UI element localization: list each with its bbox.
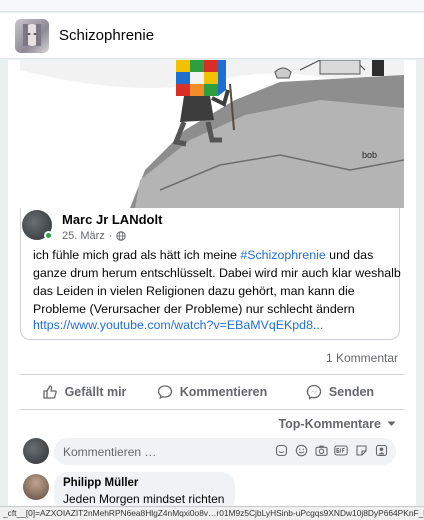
author-name[interactable]: Marc Jr LANdolt xyxy=(62,212,162,227)
comment-text: Jeden Morgen mindset richten xyxy=(63,492,225,506)
messenger-icon xyxy=(306,384,322,400)
commenter-name[interactable]: Philipp Müller xyxy=(63,477,226,489)
browser-status-url: _cft__[0]=AZXOIAZIT2nMehRPN6ea8HlgZ4nMqx… xyxy=(0,506,424,520)
gif-icon[interactable] xyxy=(334,443,348,457)
globe-icon xyxy=(116,231,127,241)
post-card: bob Marc Jr LANdolt 25. März · ich fühle… xyxy=(8,60,416,520)
comment-button[interactable]: Kommentieren xyxy=(148,375,276,409)
comment-sort-dropdown[interactable]: Top-Kommentare xyxy=(278,417,396,431)
youtube-link[interactable]: https://www.youtube.com/watch?v=EBaMVqEK… xyxy=(33,318,323,332)
comment-input[interactable]: Kommentieren … xyxy=(54,438,396,465)
cartoon-illustration-icon: bob xyxy=(20,60,404,208)
illustration-signature: bob xyxy=(362,150,377,160)
like-label: Gefällt mir xyxy=(64,385,127,399)
post-meta: 25. März · xyxy=(62,230,127,242)
comment-input-placeholder: Kommentieren … xyxy=(63,444,157,459)
emoji-icon[interactable] xyxy=(294,443,308,457)
avatar-sticker-icon[interactable] xyxy=(374,443,388,457)
speech-bubble-icon xyxy=(157,385,172,400)
comment-sort-label: Top-Kommentare xyxy=(278,417,381,431)
post-illustration[interactable]: bob xyxy=(20,60,404,208)
send-button[interactable]: Senden xyxy=(276,375,404,409)
thumbs-up-icon xyxy=(42,385,57,399)
author-avatar[interactable] xyxy=(22,210,53,240)
group-header: Schizophrenie xyxy=(0,13,424,59)
meta-separator: · xyxy=(108,230,113,242)
sticker-face-icon[interactable] xyxy=(354,443,368,457)
comment-count[interactable]: 1 Kommentar xyxy=(326,351,398,365)
post-text-start: ich fühle mich grad als hätt ich meine xyxy=(33,248,241,262)
online-status-icon xyxy=(44,231,53,240)
send-label: Senden xyxy=(328,385,375,399)
post-text: ich fühle mich grad als hätt ich meine #… xyxy=(33,246,403,318)
post-actions-bar: Gefällt mir Kommentieren Senden xyxy=(20,374,404,410)
post-date[interactable]: 25. März xyxy=(62,230,105,242)
hashtag-link[interactable]: #Schizophrenie xyxy=(240,248,325,262)
caret-down-icon xyxy=(387,421,396,426)
like-button[interactable]: Gefällt mir xyxy=(20,375,148,409)
post-author-row: Marc Jr LANdolt 25. März · xyxy=(22,210,162,242)
group-avatar[interactable] xyxy=(15,18,49,53)
comment-tools xyxy=(274,443,388,457)
camera-icon[interactable] xyxy=(314,443,328,457)
group-title[interactable]: Schizophrenie xyxy=(59,27,154,44)
face-image-icon xyxy=(23,23,41,46)
current-user-avatar[interactable] xyxy=(23,438,49,464)
sticker-icon[interactable] xyxy=(274,443,288,457)
commenter-avatar[interactable] xyxy=(23,474,49,500)
comment-label: Kommentieren xyxy=(179,385,268,399)
browser-top-strip xyxy=(0,0,424,12)
